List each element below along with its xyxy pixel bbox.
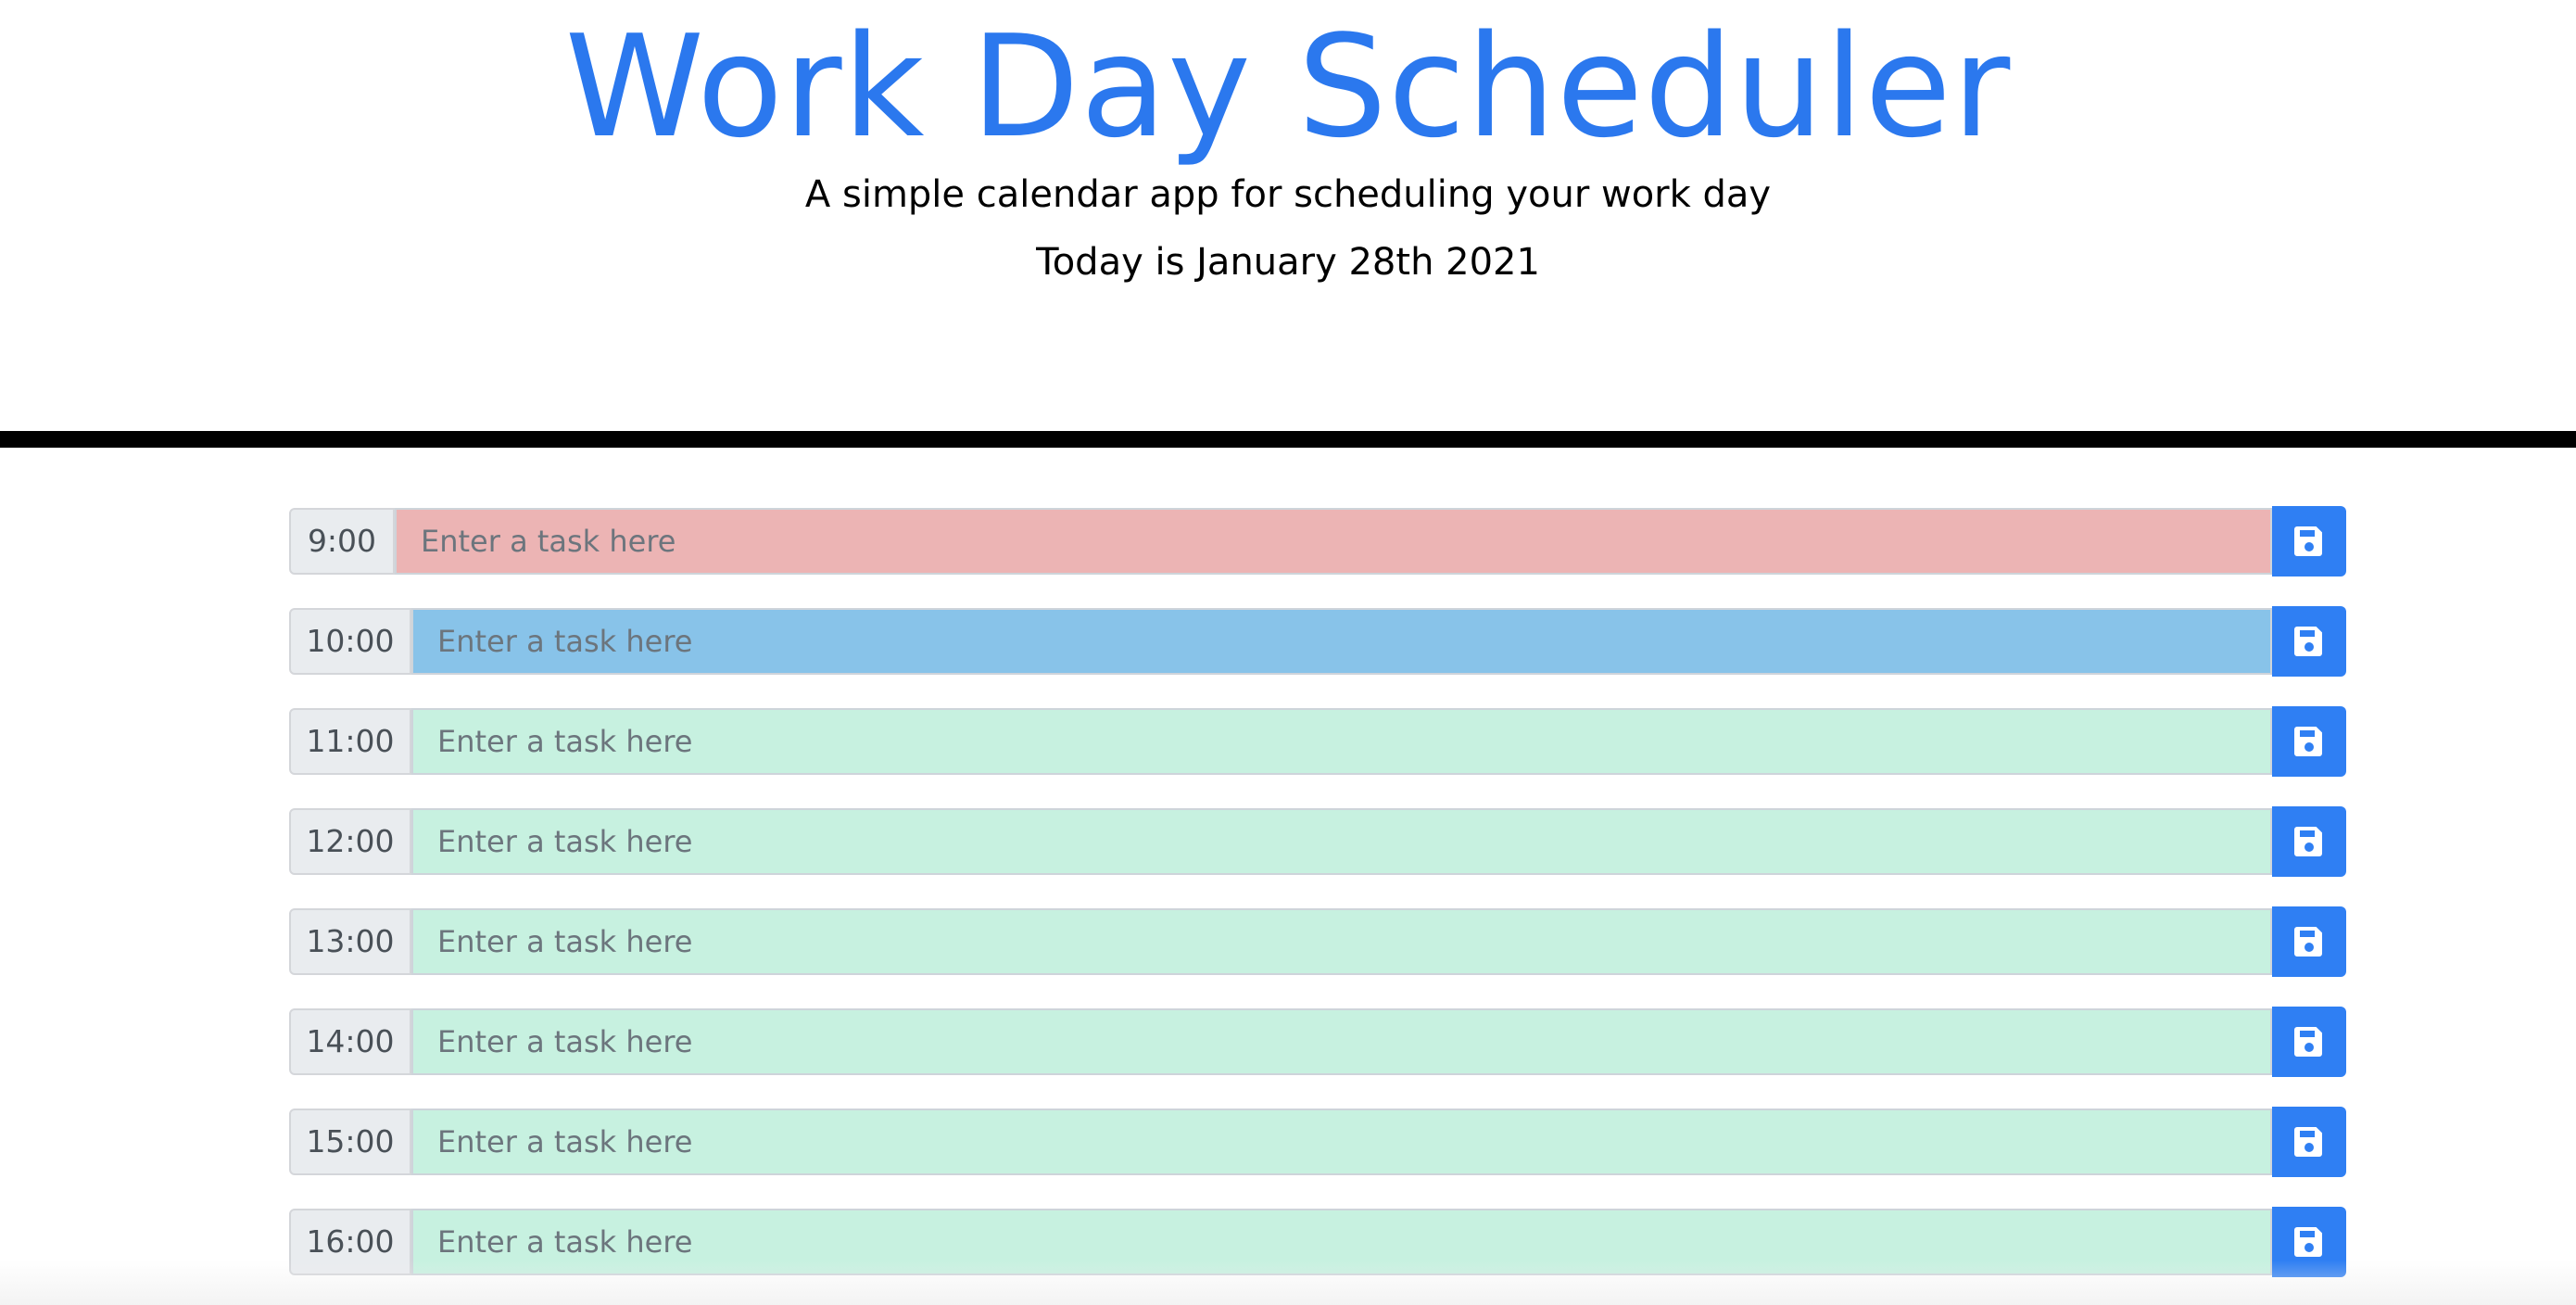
time-block-row: 11:00 — [289, 706, 2348, 777]
header: Work Day Scheduler A simple calendar app… — [0, 0, 2576, 431]
floppy-disk-icon — [2294, 526, 2322, 556]
save-button[interactable] — [2272, 1007, 2346, 1077]
time-block-row: 12:00 — [289, 806, 2348, 877]
task-input[interactable] — [411, 808, 2272, 875]
time-block-row: 9:00 — [289, 506, 2348, 576]
task-input[interactable] — [411, 1008, 2272, 1075]
floppy-disk-icon — [2294, 727, 2322, 756]
save-button[interactable] — [2272, 606, 2346, 677]
floppy-disk-icon — [2294, 927, 2322, 957]
floppy-disk-icon — [2294, 827, 2322, 856]
task-input[interactable] — [411, 608, 2272, 675]
floppy-disk-icon — [2294, 1027, 2322, 1057]
save-button[interactable] — [2272, 806, 2346, 877]
task-input[interactable] — [395, 508, 2272, 575]
time-block-row: 10:00 — [289, 606, 2348, 677]
task-input[interactable] — [411, 1109, 2272, 1175]
bottom-shadow — [0, 1261, 2576, 1305]
time-block-row: 15:00 — [289, 1107, 2348, 1177]
hour-label: 11:00 — [289, 708, 411, 775]
hour-label: 13:00 — [289, 908, 411, 975]
save-button[interactable] — [2272, 1107, 2346, 1177]
task-input[interactable] — [411, 708, 2272, 775]
time-block-row: 13:00 — [289, 906, 2348, 977]
save-button[interactable] — [2272, 506, 2346, 576]
hour-label: 14:00 — [289, 1008, 411, 1075]
floppy-disk-icon — [2294, 1227, 2322, 1257]
header-divider — [0, 431, 2576, 448]
floppy-disk-icon — [2294, 1127, 2322, 1157]
hour-label: 9:00 — [289, 508, 395, 575]
floppy-disk-icon — [2294, 627, 2322, 656]
page-title: Work Day Scheduler — [564, 5, 2012, 169]
task-input[interactable] — [411, 908, 2272, 975]
page: Work Day Scheduler A simple calendar app… — [0, 0, 2576, 1305]
schedule-list: 9:00 10:00 11:00 — [289, 506, 2348, 1305]
current-date: Today is January 28th 2021 — [1036, 241, 1540, 284]
hour-label: 10:00 — [289, 608, 411, 675]
save-button[interactable] — [2272, 906, 2346, 977]
hour-label: 12:00 — [289, 808, 411, 875]
time-block-row: 14:00 — [289, 1007, 2348, 1077]
save-button[interactable] — [2272, 706, 2346, 777]
page-subtitle: A simple calendar app for scheduling you… — [804, 173, 1772, 216]
hour-label: 15:00 — [289, 1109, 411, 1175]
